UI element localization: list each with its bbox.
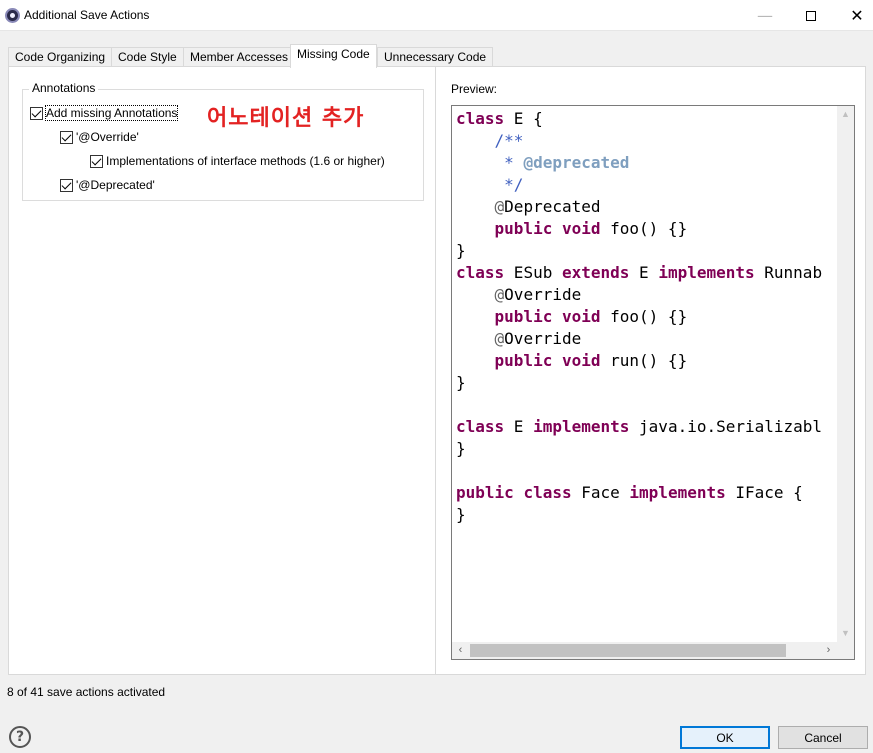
- missing-code-panel: Annotations Add missing Annotations '@Ov…: [8, 66, 866, 675]
- add-missing-annotations-checkbox[interactable]: [30, 106, 43, 120]
- close-button[interactable]: ✕: [834, 0, 873, 31]
- code-token: Face: [571, 483, 630, 502]
- code-token: @deprecated: [523, 153, 630, 172]
- code-token: run() {}: [600, 351, 688, 370]
- code-token: Deprecated: [504, 197, 601, 216]
- panel-divider: [435, 67, 436, 674]
- code-token: ESub: [504, 263, 562, 282]
- code-token: implements: [658, 263, 755, 282]
- implementations-checkbox[interactable]: [90, 154, 103, 168]
- preview-label: Preview:: [451, 82, 498, 96]
- maximize-icon: [806, 10, 816, 21]
- code-token: }: [456, 439, 466, 458]
- eclipse-app-icon: [5, 8, 20, 23]
- implementations-label[interactable]: Implementations of interface methods (1.…: [106, 154, 385, 168]
- close-icon: ✕: [850, 6, 864, 25]
- scroll-down-icon[interactable]: ▼: [837, 625, 854, 642]
- code-token: extends: [561, 263, 630, 282]
- override-row: '@Override': [60, 129, 139, 145]
- add-missing-annotations-label[interactable]: Add missing Annotations: [44, 105, 179, 121]
- korean-overlay-note: 어노테이션 추가: [207, 106, 365, 131]
- code-token: E: [504, 417, 534, 436]
- code-token: void: [561, 219, 601, 238]
- code-token: implements: [629, 483, 726, 502]
- horizontal-scroll-thumb[interactable]: [470, 644, 786, 657]
- cancel-button[interactable]: Cancel: [778, 726, 868, 749]
- preview-horizontal-scrollbar[interactable]: ‹ ›: [452, 642, 854, 659]
- preview-vertical-scrollbar[interactable]: ▲ ▼: [837, 106, 854, 642]
- code-token: foo() {}: [600, 307, 688, 326]
- code-token: */: [456, 175, 524, 194]
- ok-button[interactable]: OK: [680, 726, 770, 749]
- code-token: }: [456, 241, 466, 260]
- code-token: class: [456, 109, 505, 128]
- annotations-group-legend: Annotations: [29, 81, 99, 95]
- preview-code-viewer[interactable]: class E { /** * @deprecated */ @Deprecat…: [451, 105, 855, 660]
- code-token: foo() {}: [600, 219, 688, 238]
- code-token: java.io.Serializabl: [629, 417, 823, 436]
- code-token: @: [456, 329, 505, 348]
- deprecated-checkbox[interactable]: [60, 178, 73, 192]
- override-label[interactable]: '@Override': [76, 130, 139, 144]
- code-token: /**: [456, 131, 524, 150]
- code-token: *: [456, 153, 524, 172]
- code-token: Override: [504, 285, 582, 304]
- scroll-right-icon[interactable]: ›: [820, 642, 837, 659]
- code-token: public: [494, 219, 553, 238]
- help-icon[interactable]: ?: [9, 726, 31, 748]
- deprecated-label[interactable]: '@Deprecated': [76, 178, 155, 192]
- code-token: @: [456, 197, 505, 216]
- minimize-button[interactable]: —: [742, 0, 788, 31]
- add-missing-annotations-row: Add missing Annotations: [30, 105, 179, 121]
- code-token: }: [456, 505, 466, 524]
- window-title: Additional Save Actions: [24, 8, 150, 22]
- status-text: 8 of 41 save actions activated: [7, 685, 166, 699]
- code-token: Override: [504, 329, 582, 348]
- tab-member-accesses[interactable]: Member Accesses: [183, 47, 296, 67]
- deprecated-row: '@Deprecated': [60, 177, 155, 193]
- code-token: class: [456, 263, 505, 282]
- code-token: class: [456, 417, 505, 436]
- code-token: public: [456, 483, 514, 502]
- code-token: void: [561, 307, 601, 326]
- minimize-icon: —: [757, 6, 773, 25]
- code-token: IFace {: [725, 483, 803, 502]
- implementations-row: Implementations of interface methods (1.…: [90, 153, 385, 169]
- tab-missing-code[interactable]: Missing Code: [290, 44, 377, 68]
- code-token: E: [629, 263, 659, 282]
- tab-unnecessary-code[interactable]: Unnecessary Code: [377, 47, 494, 67]
- code-token: public: [494, 351, 553, 370]
- title-bar: Additional Save Actions — ✕: [0, 0, 873, 31]
- tab-code-organizing[interactable]: Code Organizing: [8, 47, 113, 67]
- code-token: public: [494, 307, 553, 326]
- code-token: @: [456, 285, 505, 304]
- code-token: void: [561, 351, 601, 370]
- tab-code-style[interactable]: Code Style: [111, 47, 184, 67]
- preview-code: class E { /** * @deprecated */ @Deprecat…: [456, 108, 822, 526]
- code-token: }: [456, 373, 466, 392]
- scroll-left-icon[interactable]: ‹: [452, 642, 469, 659]
- override-checkbox[interactable]: [60, 130, 73, 144]
- code-token: class: [523, 483, 572, 502]
- scrollbar-corner: [837, 642, 854, 659]
- code-token: implements: [533, 417, 630, 436]
- code-token: E {: [504, 109, 543, 128]
- code-token: Runnab: [754, 263, 823, 282]
- scroll-up-icon[interactable]: ▲: [837, 106, 854, 123]
- maximize-button[interactable]: [788, 0, 834, 31]
